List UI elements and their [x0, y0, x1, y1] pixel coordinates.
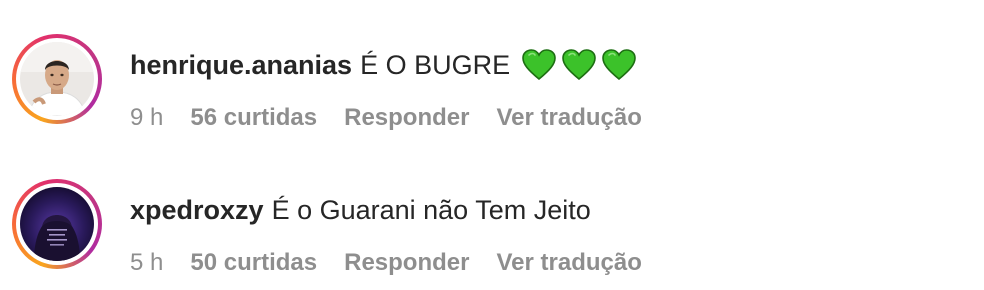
see-translation-button[interactable]: Ver tradução	[496, 104, 641, 132]
comment-username[interactable]: henrique.ananias	[130, 50, 352, 81]
comment-item: henrique.ananias É O BUGRE 9 h 56 curtid…	[12, 28, 972, 138]
comment-meta: 9 h 56 curtidas Responder Ver tradução	[130, 104, 669, 132]
comment-likes-count[interactable]: 50 curtidas	[190, 249, 317, 277]
avatar-story-ring[interactable]	[12, 179, 102, 269]
avatar-photo-hoodie-icon	[20, 187, 94, 261]
see-translation-button[interactable]: Ver tradução	[496, 249, 641, 277]
green-heart-icon	[602, 49, 636, 81]
green-heart-icon	[562, 49, 596, 81]
comment-timestamp[interactable]: 9 h	[130, 104, 163, 132]
avatar-story-ring[interactable]	[12, 34, 102, 124]
comment-text: É O BUGRE	[360, 49, 511, 80]
comment-item: xpedroxzy É o Guarani não Tem Jeito 5 h …	[12, 173, 972, 283]
comment-body: henrique.ananias É O BUGRE	[130, 46, 642, 84]
comment-meta: 5 h 50 curtidas Responder Ver tradução	[130, 249, 669, 277]
avatar[interactable]	[20, 42, 94, 116]
comment-text: É o Guarani não Tem Jeito	[271, 194, 591, 225]
comment-likes-count[interactable]: 56 curtidas	[190, 104, 317, 132]
comment-username[interactable]: xpedroxzy	[130, 195, 264, 226]
green-heart-icon	[522, 49, 556, 81]
avatar-border	[16, 38, 98, 120]
comment-emoji	[522, 49, 642, 81]
comment-timestamp[interactable]: 5 h	[130, 249, 163, 277]
reply-button[interactable]: Responder	[344, 104, 469, 132]
avatar[interactable]	[20, 187, 94, 261]
reply-button[interactable]: Responder	[344, 249, 469, 277]
comment-body: xpedroxzy É o Guarani não Tem Jeito	[130, 191, 591, 229]
avatar-photo-man-icon	[20, 42, 94, 116]
avatar-border	[16, 183, 98, 265]
